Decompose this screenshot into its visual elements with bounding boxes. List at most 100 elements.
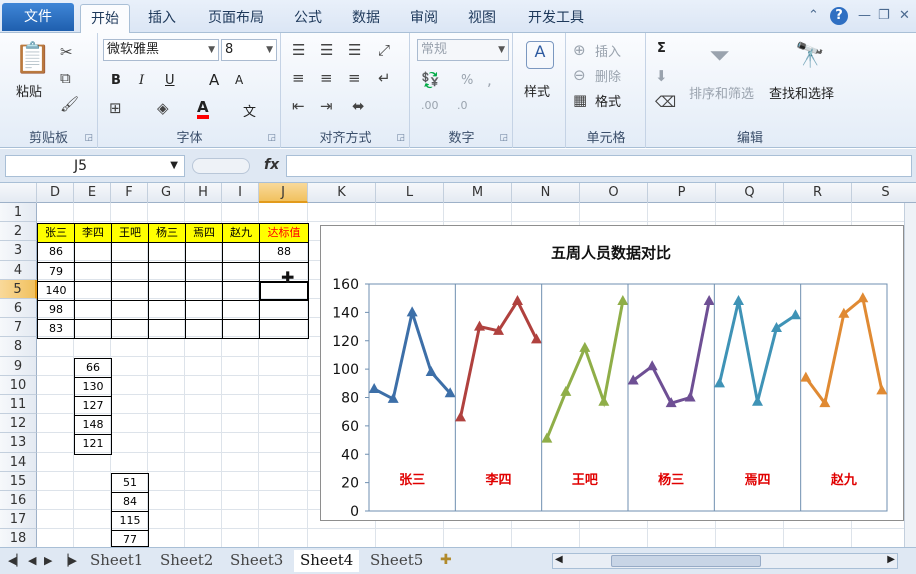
row-header-14[interactable]: 14	[0, 452, 37, 472]
next-sheet-icon[interactable]: ▶	[44, 554, 52, 567]
list-item[interactable]: 51	[111, 472, 149, 493]
text-direction-icon[interactable]: ⤢	[378, 41, 390, 59]
paste-icon[interactable]: 📋	[14, 41, 51, 77]
table-cell[interactable]	[111, 319, 149, 340]
table-cell[interactable]	[148, 300, 186, 321]
table-header-cell[interactable]: 达标值	[259, 223, 309, 244]
insert-cells-button[interactable]: 插入	[595, 41, 621, 60]
table-cell[interactable]	[185, 242, 223, 263]
column-header-P[interactable]: P	[648, 183, 716, 203]
sheet-tab-4[interactable]: Sheet4	[294, 550, 360, 572]
fill-icon[interactable]: ⬇	[655, 67, 668, 85]
window-minimize-icon[interactable]: —	[858, 8, 871, 23]
column-header-O[interactable]: O	[580, 183, 648, 203]
column-header-Q[interactable]: Q	[716, 183, 784, 203]
table-cell[interactable]: 83	[37, 319, 75, 340]
formula-bar-resize-handle[interactable]	[192, 158, 250, 174]
table-header-cell[interactable]: 张三	[37, 223, 75, 244]
sheet-tab-5[interactable]: Sheet5	[364, 550, 429, 572]
clipboard-launcher-icon[interactable]: ◲	[84, 133, 93, 143]
table-cell[interactable]	[185, 280, 223, 301]
column-header-M[interactable]: M	[444, 183, 512, 203]
row-header-13[interactable]: 13	[0, 433, 37, 453]
list-item[interactable]: 77	[111, 530, 149, 547]
row-header-4[interactable]: 4	[0, 260, 37, 280]
table-cell[interactable]	[259, 300, 309, 321]
align-right-icon[interactable]: ≡	[348, 69, 361, 87]
last-sheet-icon[interactable]: ▕▶	[60, 554, 77, 567]
table-cell[interactable]: 98	[37, 300, 75, 321]
tab-file[interactable]: 文件	[2, 3, 74, 31]
column-header-I[interactable]: I	[222, 183, 259, 203]
vertical-scrollbar[interactable]	[904, 203, 916, 547]
row-header-7[interactable]: 7	[0, 318, 37, 338]
column-header-N[interactable]: N	[512, 183, 580, 203]
wrap-text-icon[interactable]: ↵	[378, 69, 391, 87]
percent-button[interactable]: %	[461, 73, 473, 88]
styles-icon[interactable]: A	[526, 41, 554, 69]
table-cell[interactable]: 86	[37, 242, 75, 263]
row-header-17[interactable]: 17	[0, 510, 37, 530]
tab-page-layout[interactable]: 页面布局	[196, 4, 276, 33]
window-restore-icon[interactable]: ❐	[878, 8, 890, 23]
sheet-tab-1[interactable]: Sheet1	[84, 550, 149, 572]
tab-view[interactable]: 视图	[458, 4, 506, 33]
table-cell[interactable]	[74, 280, 112, 301]
table-header-cell[interactable]: 王吧	[111, 223, 149, 244]
table-header-cell[interactable]: 赵九	[222, 223, 260, 244]
format-cells-icon[interactable]: ▦	[573, 91, 587, 109]
list-item[interactable]: 84	[111, 492, 149, 513]
table-header-cell[interactable]: 杨三	[148, 223, 186, 244]
font-size-combo[interactable]: 8 ▼	[221, 39, 277, 61]
sort-filter-icon[interactable]: ⏷	[709, 41, 730, 72]
minimize-ribbon-icon[interactable]: ⌃	[808, 8, 819, 23]
list-item[interactable]: 127	[74, 396, 112, 417]
name-box[interactable]: J5 ▼	[5, 155, 185, 177]
increase-decimal-icon[interactable]: .00	[421, 99, 439, 112]
table-header-cell[interactable]: 焉四	[185, 223, 223, 244]
insert-cells-icon[interactable]: ⊕	[573, 41, 586, 59]
number-format-combo[interactable]: 常规 ▼	[417, 39, 509, 61]
list-item[interactable]: 115	[111, 511, 149, 532]
horizontal-scroll-thumb[interactable]	[611, 555, 761, 567]
table-cell[interactable]	[111, 280, 149, 301]
row-header-5[interactable]: 5	[0, 279, 37, 299]
font-launcher-icon[interactable]: ◲	[267, 133, 276, 143]
styles-button[interactable]: 样式	[524, 81, 550, 100]
cut-icon[interactable]: ✂	[60, 43, 73, 61]
table-cell[interactable]	[74, 319, 112, 340]
table-cell[interactable]: 88	[259, 242, 309, 263]
first-sheet-icon[interactable]: ◀▏	[8, 554, 25, 567]
horizontal-scrollbar[interactable]: ◀ ▶	[552, 553, 898, 569]
list-item[interactable]: 148	[74, 415, 112, 436]
align-middle-icon[interactable]: ☰	[320, 41, 333, 59]
table-cell[interactable]	[74, 300, 112, 321]
column-header-J[interactable]: J	[259, 183, 308, 203]
row-header-8[interactable]: 8	[0, 337, 37, 357]
row-header-2[interactable]: 2	[0, 222, 37, 242]
table-cell[interactable]	[111, 242, 149, 263]
align-top-icon[interactable]: ☰	[292, 41, 305, 59]
list-item[interactable]: 66	[74, 357, 112, 378]
tab-insert[interactable]: 插入	[138, 4, 186, 33]
row-header-9[interactable]: 9	[0, 356, 37, 376]
fill-color-icon[interactable]: ◈	[157, 99, 169, 117]
row-header-15[interactable]: 15	[0, 471, 37, 491]
italic-button[interactable]: I	[139, 73, 144, 88]
insert-sheet-icon[interactable]: ✚	[440, 552, 452, 568]
table-cell[interactable]: 140	[37, 280, 75, 301]
list-item[interactable]: 130	[74, 376, 112, 397]
delete-cells-icon[interactable]: ⊖	[573, 66, 586, 84]
align-center-icon[interactable]: ≡	[320, 69, 333, 87]
comma-style-icon[interactable]: ,	[487, 71, 492, 89]
merge-center-icon[interactable]: ⬌	[352, 97, 365, 115]
row-header-1[interactable]: 1	[0, 203, 37, 223]
tab-formulas[interactable]: 公式	[284, 4, 332, 33]
row-header-18[interactable]: 18	[0, 529, 37, 549]
formula-input[interactable]	[286, 155, 912, 177]
tab-data[interactable]: 数据	[342, 4, 390, 33]
format-painter-icon[interactable]: 🖌	[60, 95, 79, 113]
column-header-F[interactable]: F	[111, 183, 148, 203]
shrink-font-button[interactable]: A	[235, 73, 243, 87]
table-cell[interactable]	[222, 280, 260, 301]
